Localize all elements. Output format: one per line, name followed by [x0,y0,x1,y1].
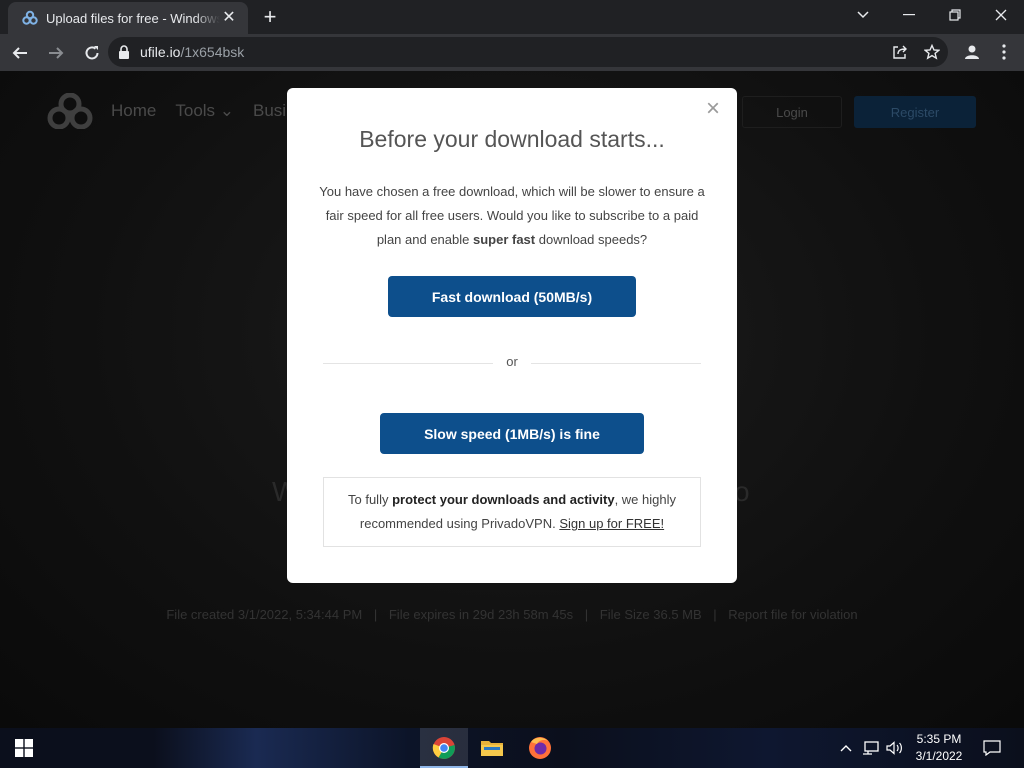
tab-close-icon[interactable]: ✕ [220,9,238,27]
bookmark-star-icon[interactable] [922,42,942,62]
or-label: or [506,354,518,369]
separator: | [373,607,378,622]
browser-tab-strip: Upload files for free - Windows 1 ✕ + [0,0,1024,34]
url-path: /1x654bsk [180,44,245,60]
register-button[interactable]: Register [854,96,976,128]
separator: | [584,607,589,622]
separator: | [713,607,717,622]
browser-tab[interactable]: Upload files for free - Windows 1 ✕ [8,2,248,34]
description-bold: super fast [472,232,536,247]
file-expires: File expires in 29d 23h 58m 45s [388,607,574,622]
address-bar[interactable]: ufile.io/1x654bsk [108,37,948,67]
lock-icon[interactable] [118,45,130,59]
system-clock[interactable]: 5:35 PM 3/1/2022 [904,731,974,765]
site-logo-icon[interactable] [46,93,94,129]
vpn-signup-link[interactable]: Sign up for FREE! [559,516,664,531]
taskbar-file-explorer[interactable] [468,728,516,768]
ufile-logo-icon [22,10,38,25]
site-nav: Home Tools ⌄ Busine [111,101,305,121]
network-icon[interactable] [860,728,882,768]
forward-arrow-icon[interactable] [40,37,72,69]
taskbar-chrome[interactable] [420,728,468,768]
modal-close-icon[interactable]: × [703,97,723,121]
windows-logo-icon [15,739,33,757]
fast-download-button[interactable]: Fast download (50MB/s) [388,276,636,317]
back-arrow-icon[interactable] [4,37,36,69]
volume-icon[interactable] [884,728,906,768]
menu-kebab-icon[interactable] [992,37,1016,67]
url-host: ufile.io [140,44,181,60]
or-divider: or [323,354,701,369]
modal-description: You have chosen a free download, which w… [317,180,707,252]
minimize-icon[interactable] [886,0,932,30]
window-controls [840,0,1024,30]
file-created: File created 3/1/2022, 5:34:44 PM [166,607,363,622]
tab-title: Upload files for free - Windows 1 [46,10,220,26]
reload-icon[interactable] [76,37,108,69]
taskbar-firefox[interactable] [516,728,564,768]
slow-download-button[interactable]: Slow speed (1MB/s) is fine [380,413,644,454]
share-icon[interactable] [890,42,910,62]
notification-icon[interactable] [978,728,1006,768]
profile-icon[interactable] [958,37,986,67]
start-button[interactable] [0,728,48,768]
restore-icon[interactable] [932,0,978,30]
clock-date: 3/1/2022 [915,749,963,763]
nav-home[interactable]: Home [111,101,156,121]
nav-tools[interactable]: Tools ⌄ [175,101,234,121]
browser-toolbar: ufile.io/1x654bsk [0,34,1024,71]
folder-icon [481,741,503,756]
close-window-icon[interactable] [978,0,1024,30]
firefox-icon [529,737,551,759]
file-info-bar: File created 3/1/2022, 5:34:44 PM | File… [0,607,1024,622]
report-link[interactable]: Report file for violation [728,607,857,622]
file-size: File Size 36.5 MB [599,607,702,622]
vpn-promo-box: To fully protect your downloads and acti… [323,477,701,547]
windows-taskbar: 5:35 PM 3/1/2022 [0,728,1024,768]
vpn-text: To fully [348,492,393,507]
tab-search-icon[interactable] [840,0,886,30]
modal-title: Before your download starts... [359,126,665,152]
chrome-icon [432,737,455,759]
download-modal: × Before your download starts... You hav… [287,88,737,583]
clock-time: 5:35 PM [916,732,962,746]
login-button[interactable]: Login [742,96,842,128]
tray-chevron-up-icon[interactable] [836,728,856,768]
new-tab-button[interactable]: + [258,6,282,28]
description-text-end: download speeds? [535,232,648,247]
vpn-bold-text: protect your downloads and activity [392,492,615,507]
